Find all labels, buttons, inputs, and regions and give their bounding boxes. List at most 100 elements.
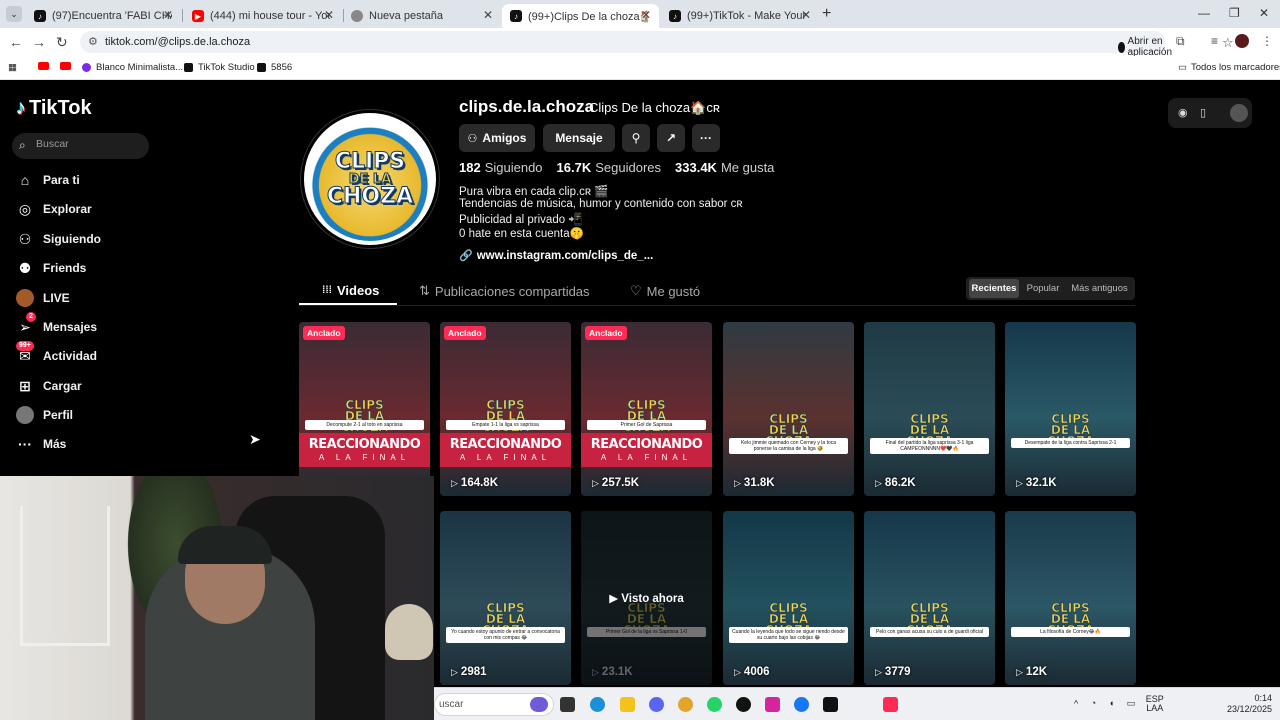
instagram-icon[interactable]: [765, 697, 780, 712]
minimize-icon[interactable]: —: [1198, 6, 1210, 20]
bio-line-1: Pura vibra en cada clip.ᴄʀ 🎬: [459, 186, 609, 198]
search-box[interactable]: ⌕: [12, 133, 149, 159]
browser-tab-3[interactable]: Nueva pestaña ✕: [343, 4, 501, 28]
back-icon[interactable]: ←: [9, 34, 23, 50]
menu-kebab-icon[interactable]: ⋮: [1261, 34, 1273, 48]
url-field[interactable]: ⚙ tiktok.com/@clips.de.la.choza Abrir en…: [80, 31, 1234, 58]
profile-link[interactable]: 🔗 www.instagram.com/clips_de_...: [459, 249, 653, 263]
video-card[interactable]: CLIPSDE LACHOZAKelo jimmie quemado con C…: [723, 322, 854, 496]
tiktok-studio-icon[interactable]: [883, 697, 898, 712]
sidebar-item-friends[interactable]: ⚉ Friends: [16, 257, 87, 279]
task-view-icon[interactable]: [560, 697, 575, 712]
close-icon[interactable]: ✕: [801, 8, 811, 22]
friends-button[interactable]: ⚇ Amigos: [459, 124, 535, 152]
stat-following[interactable]: 182 Siguiendo: [459, 160, 543, 175]
banner-subtitle: A LA FINAL: [318, 453, 411, 462]
bookmark-tiktok-studio[interactable]: TikTok Studio: [184, 62, 255, 73]
star-icon[interactable]: ☆: [1222, 35, 1234, 51]
video-card[interactable]: CLIPSDE LACHOZACuando la leyenda que tod…: [723, 511, 854, 685]
reload-icon[interactable]: ↻: [56, 34, 68, 51]
video-card[interactable]: CLIPSDE LACHOZADesempate de la liga cont…: [1005, 322, 1136, 496]
open-in-app-button[interactable]: Abrir en aplicación: [1118, 36, 1176, 58]
search-highlight-icon[interactable]: [530, 697, 548, 712]
stat-followers[interactable]: 16.7K Seguidores: [557, 160, 661, 175]
share-button[interactable]: ↗: [657, 124, 685, 152]
video-card[interactable]: CLIPSDE LACHOZAPrimer Gol de la liga vs …: [581, 511, 712, 685]
video-card[interactable]: CLIPSDE LACHOZADecompute 2-1 al toto en …: [299, 322, 430, 496]
wifi-icon[interactable]: ◔: [1091, 698, 1096, 708]
bookmark-youtube-2[interactable]: [60, 62, 76, 70]
steam-icon[interactable]: [736, 697, 751, 712]
video-card[interactable]: CLIPSDE LACHOZAPelo con ganas acusa su c…: [864, 511, 995, 685]
user-avatar[interactable]: [1230, 104, 1248, 122]
whatsapp-icon[interactable]: [707, 697, 722, 712]
sidebar-item-explorar[interactable]: ◎ Explorar: [16, 198, 92, 220]
tiktok-icon[interactable]: [823, 697, 838, 712]
sidebar-item-para-ti[interactable]: ⌂ Para ti: [16, 169, 80, 191]
message-button[interactable]: Mensaje: [543, 124, 615, 152]
browser-tab-5[interactable]: ♪ (99+)TikTok - Make Your Day ✕: [661, 4, 819, 28]
sort-mas-antiguos[interactable]: Más antiguos: [1067, 279, 1132, 298]
sidebar-item-actividad[interactable]: ✉ 99+ Actividad: [16, 341, 97, 367]
file-explorer-icon[interactable]: [620, 697, 635, 712]
sidebar-item-mas[interactable]: ··· Más: [16, 433, 66, 455]
extensions-icon[interactable]: ⧉: [1176, 34, 1185, 49]
tab-shared-posts[interactable]: ⇅ Publicaciones compartidas: [419, 283, 590, 299]
folder-icon: ▭: [1178, 62, 1187, 73]
browser-profile-avatar[interactable]: [1235, 34, 1249, 48]
tiktok-logo[interactable]: ♪ TikTok: [16, 97, 92, 120]
sidebar-item-mensajes[interactable]: ➢ 2 Mensajes: [16, 312, 97, 338]
video-card[interactable]: CLIPSDE LACHOZAYo cuando estoy apunto de…: [440, 511, 571, 685]
forward-icon[interactable]: →: [32, 34, 46, 50]
sidebar-item-live[interactable]: LIVE: [16, 287, 70, 309]
sidebar-item-siguiendo[interactable]: ⚇ Siguiendo: [16, 228, 101, 250]
video-card[interactable]: CLIPSDE LACHOZAFinal del partido la liga…: [864, 322, 995, 496]
tab-liked[interactable]: ♡ Me gustó: [630, 283, 700, 299]
sort-popular[interactable]: Popular: [1022, 279, 1064, 298]
system-tray[interactable]: ^ ◔ ◖ ▭ ESP LAA: [1074, 695, 1164, 713]
more-options-button[interactable]: ···: [692, 124, 720, 152]
browser-tab-4-active[interactable]: ♪ (99+)Clips De la choza🏠ᴄʀ (@ ✕: [502, 4, 659, 28]
sidebar-item-cargar[interactable]: ⊞ Cargar: [16, 375, 82, 397]
input-language[interactable]: ESP LAA: [1146, 695, 1164, 713]
taskbar-clock[interactable]: 0:14 23/12/2025: [1224, 693, 1272, 715]
bookmark-5856[interactable]: 5856: [257, 62, 292, 73]
edge-icon[interactable]: [590, 697, 605, 712]
apps-grid-icon[interactable]: ▦: [8, 62, 17, 73]
profile-avatar[interactable]: CLIPS DE LA CHOZA: [301, 110, 439, 248]
close-window-icon[interactable]: ✕: [1259, 6, 1269, 20]
media-control-icon[interactable]: ≡: [1211, 34, 1218, 48]
site-info-icon[interactable]: ⚙: [88, 35, 98, 48]
tab-videos[interactable]: ⁞⁞⁞ Videos: [322, 283, 379, 298]
video-card[interactable]: CLIPSDE LACHOZALa filosofía de Corney😂🔥▷…: [1005, 511, 1136, 685]
video-card[interactable]: CLIPSDE LACHOZAPrimer Gol de SaprissaREA…: [581, 322, 712, 496]
all-bookmarks-button[interactable]: ▭ Todos los marcadores: [1178, 62, 1280, 73]
close-icon[interactable]: ✕: [641, 8, 651, 22]
close-icon[interactable]: ✕: [483, 8, 493, 22]
phone-icon[interactable]: ▯: [1200, 106, 1206, 119]
chrome-icon[interactable]: [678, 697, 693, 712]
close-icon[interactable]: ✕: [324, 8, 334, 22]
url-text[interactable]: tiktok.com/@clips.de.la.choza: [105, 36, 250, 48]
pinned-badge: Anclado: [585, 326, 627, 340]
restore-icon[interactable]: ❐: [1229, 6, 1240, 20]
close-icon[interactable]: ✕: [163, 8, 173, 22]
coins-icon[interactable]: ◉: [1178, 106, 1188, 119]
battery-icon[interactable]: ▭: [1127, 698, 1136, 708]
tab-search-button[interactable]: ⌄: [6, 6, 22, 22]
bookmark-youtube-1[interactable]: [38, 62, 54, 70]
volume-icon[interactable]: ◖: [1109, 698, 1114, 708]
new-tab-button[interactable]: +: [822, 5, 831, 23]
facebook-icon[interactable]: [794, 697, 809, 712]
discord-icon[interactable]: [649, 697, 664, 712]
bookmark-canva[interactable]: Blanco Minimalista...: [82, 62, 183, 73]
browser-tab-1[interactable]: ♪ (97)Encuentra 'FABI CHAVEZ' e ✕: [26, 4, 181, 28]
search-input[interactable]: [36, 138, 144, 150]
sort-recientes[interactable]: Recientes: [969, 279, 1019, 298]
browser-tab-2[interactable]: ▶ (444) mi house tour - YouTube ✕: [184, 4, 342, 28]
video-card[interactable]: CLIPSDE LACHOZAEmpate 1-1 la liga vs sap…: [440, 322, 571, 496]
sidebar-item-perfil[interactable]: Perfil: [16, 404, 73, 426]
suggested-accounts-button[interactable]: ⚲: [622, 124, 650, 152]
video-thumbnail: [1005, 511, 1136, 685]
tray-chevron-icon[interactable]: ^: [1074, 698, 1078, 708]
